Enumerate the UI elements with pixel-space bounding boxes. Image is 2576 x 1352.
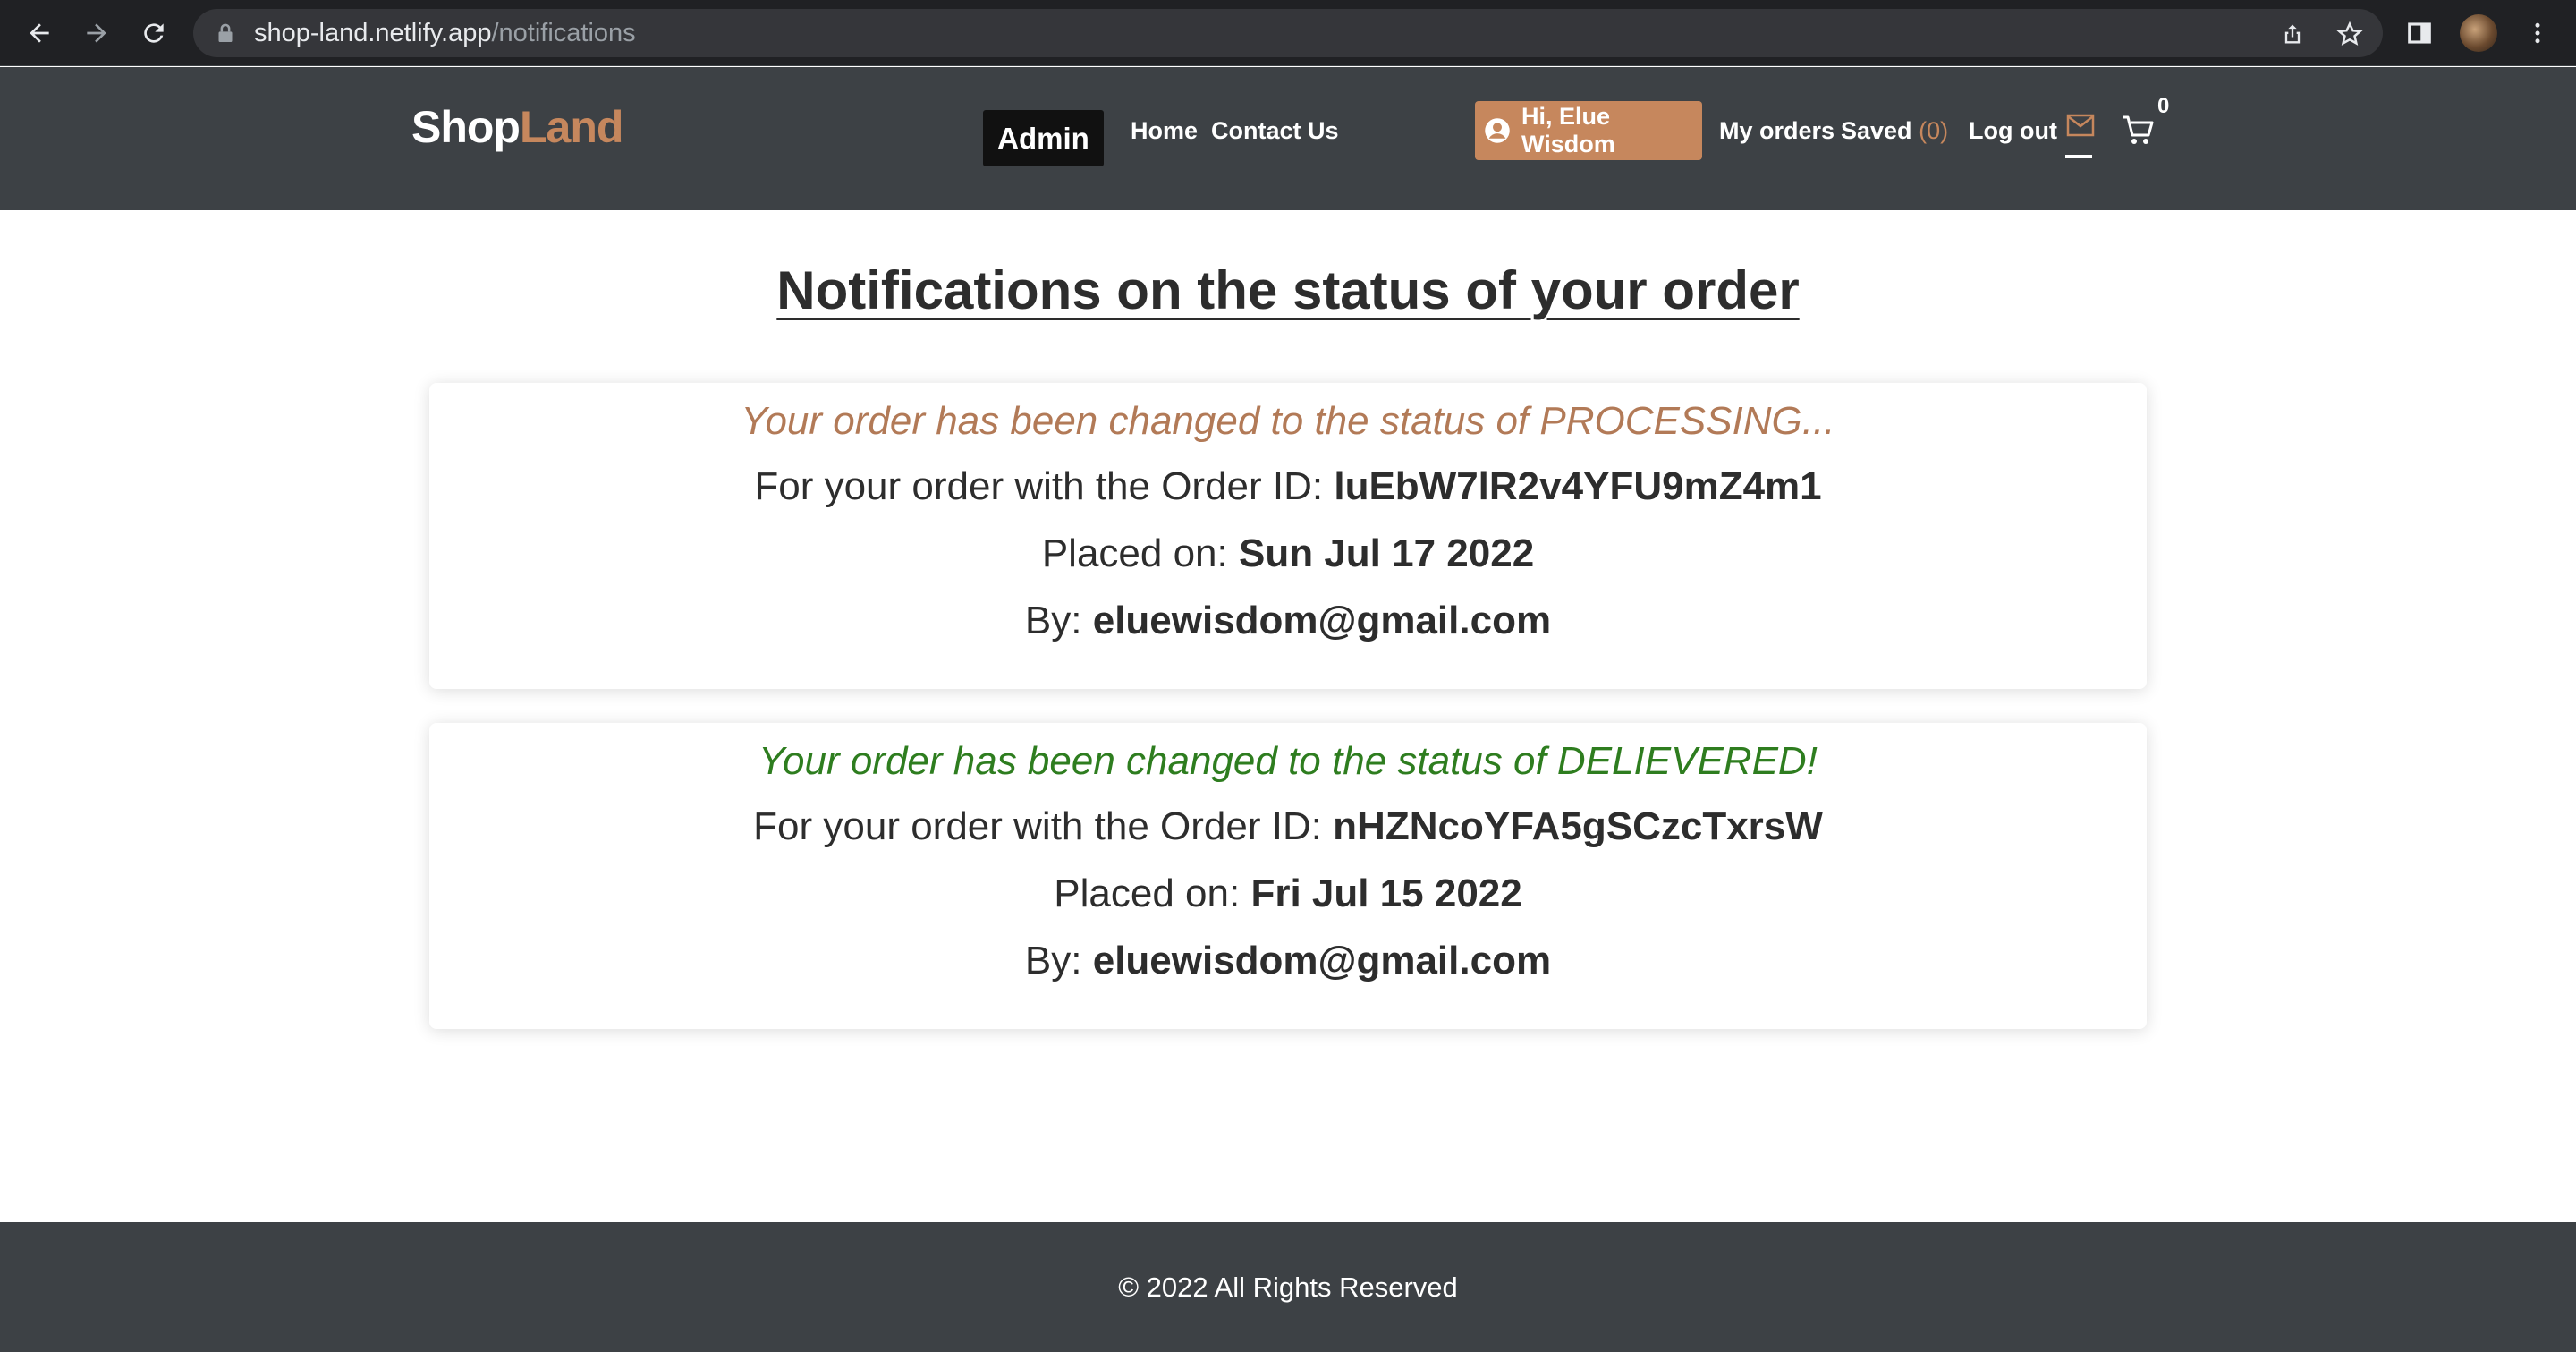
my-orders-link[interactable]: My orders [1719, 117, 1835, 145]
side-panel-icon[interactable] [2402, 16, 2436, 50]
by-email: eluewisdom@gmail.com [1092, 599, 1552, 642]
url-path: /notifications [491, 18, 636, 47]
browser-toolbar: shop-land.netlify.app/notifications [0, 0, 2576, 66]
by-line: By: eluewisdom@gmail.com [429, 587, 2147, 654]
active-indicator [2065, 155, 2092, 158]
by-line: By: eluewisdom@gmail.com [429, 927, 2147, 994]
by-email: eluewisdom@gmail.com [1092, 939, 1552, 982]
more-menu-icon[interactable] [2521, 16, 2555, 50]
admin-button[interactable]: Admin [983, 110, 1104, 166]
notification-status: Your order has been changed to the statu… [741, 399, 1835, 443]
logo-shop: Shop [411, 102, 521, 152]
bookmark-star-icon[interactable] [2334, 19, 2365, 49]
nav-contact-link[interactable]: Contact Us [1211, 117, 1339, 145]
url-text: shop-land.netlify.app/notifications [254, 19, 636, 48]
order-id-line: For your order with the Order ID: luEbW7… [429, 453, 2147, 520]
order-id-value: luEbW7lR2v4YFU9mZ4m1 [1334, 464, 1822, 508]
saved-link[interactable]: Saved (0) [1841, 117, 1948, 145]
user-greeting-button[interactable]: Hi, Elue Wisdom [1475, 101, 1702, 160]
placed-on-value: Fri Jul 15 2022 [1250, 872, 1522, 915]
mail-icon[interactable] [2066, 114, 2095, 137]
order-id-prefix: For your order with the Order ID: [754, 464, 1324, 508]
lock-icon [215, 21, 236, 46]
order-id-value: nHZNcoYFA5gSCzcTxrsW [1333, 804, 1823, 848]
address-bar[interactable]: shop-land.netlify.app/notifications [193, 9, 2383, 57]
order-id-line: For your order with the Order ID: nHZNco… [429, 793, 2147, 860]
cart-icon[interactable] [2120, 112, 2156, 148]
saved-label: Saved [1841, 117, 1912, 144]
placed-on-line: Placed on: Sun Jul 17 2022 [429, 520, 2147, 587]
placed-on-prefix: Placed on: [1041, 531, 1228, 575]
site-footer: © 2022 All Rights Reserved [0, 1222, 2576, 1352]
by-prefix: By: [1024, 939, 1082, 982]
copyright-text: © 2022 All Rights Reserved [1118, 1271, 1458, 1303]
back-icon[interactable] [21, 15, 57, 51]
placed-on-line: Placed on: Fri Jul 15 2022 [429, 860, 2147, 927]
url-host: shop-land.netlify.app [254, 18, 492, 47]
nav-home-link[interactable]: Home [1131, 117, 1198, 145]
notification-card: Your order has been changed to the statu… [429, 723, 2147, 1029]
reload-icon[interactable] [136, 15, 172, 51]
cart-count: 0 [2157, 94, 2170, 118]
notification-card: Your order has been changed to the statu… [429, 383, 2147, 689]
user-greeting-label: Hi, Elue Wisdom [1521, 103, 1615, 157]
forward-icon[interactable] [79, 15, 114, 51]
shopland-logo[interactable]: ShopLand [411, 101, 623, 153]
page-title: Notifications on the status of your orde… [776, 260, 1800, 320]
by-prefix: By: [1024, 599, 1082, 642]
logout-link[interactable]: Log out [1969, 117, 2057, 145]
share-icon[interactable] [2277, 19, 2308, 49]
profile-avatar[interactable] [2460, 14, 2497, 52]
user-circle-icon [1484, 117, 1511, 144]
placed-on-prefix: Placed on: [1054, 872, 1241, 915]
logo-land: Land [519, 102, 623, 152]
saved-count: (0) [1919, 117, 1949, 144]
site-header: ShopLand Admin Home Contact Us Hi, Elue … [0, 67, 2576, 210]
placed-on-value: Sun Jul 17 2022 [1239, 531, 1535, 575]
order-id-prefix: For your order with the Order ID: [753, 804, 1322, 848]
notification-status: Your order has been changed to the statu… [758, 739, 1818, 783]
